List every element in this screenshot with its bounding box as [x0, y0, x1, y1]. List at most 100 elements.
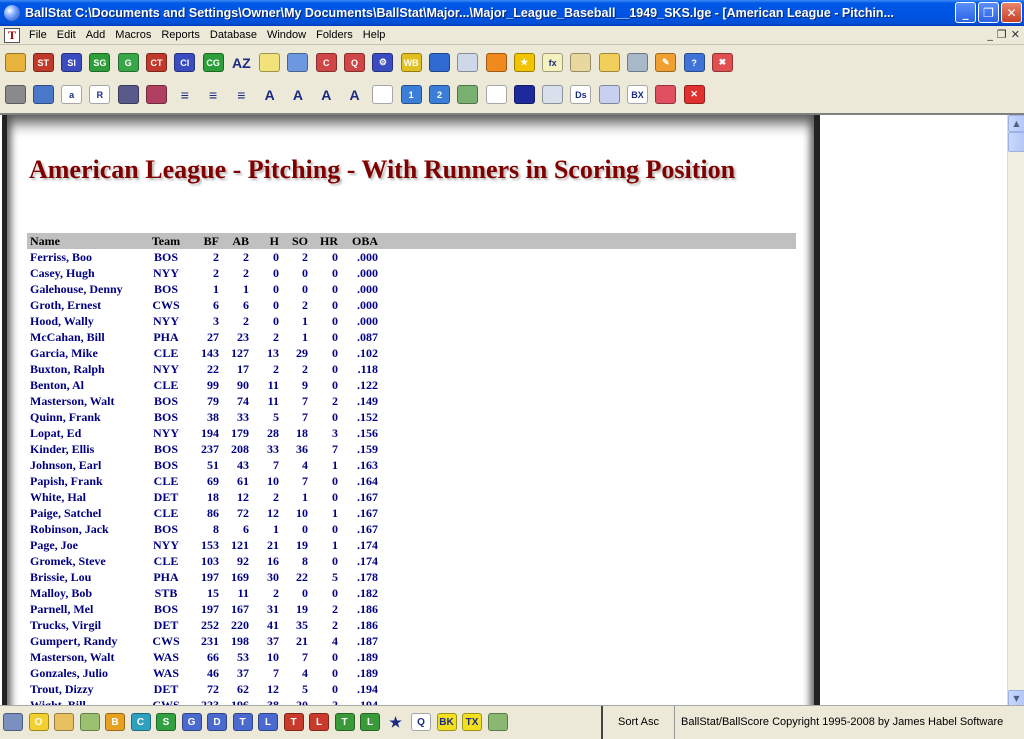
sort-az-button[interactable]: AZ: [229, 51, 253, 75]
l-green-button[interactable]: L: [359, 711, 381, 733]
font-bold-blue-button[interactable]: A: [314, 83, 338, 107]
r-text-button[interactable]: R: [88, 83, 112, 107]
table-row[interactable]: Buxton, Ralph NYY 22 17 2 2 0.118: [27, 361, 796, 377]
pencil-button[interactable]: ✎: [654, 51, 678, 75]
t-button[interactable]: T: [232, 711, 254, 733]
table-row[interactable]: Trout, Dizzy DET 72 62 12 5 0 .194: [27, 681, 796, 697]
table-row[interactable]: Brissie, Lou PHA 197 169 30 22 5 .178: [27, 569, 796, 585]
font-grow-button[interactable]: A: [258, 83, 282, 107]
ct-button[interactable]: CT: [144, 51, 168, 75]
col-header-ab[interactable]: AB: [219, 233, 249, 249]
two-column-button[interactable]: [597, 83, 621, 107]
document-arrow-button[interactable]: [456, 51, 480, 75]
align-left-button[interactable]: ≡: [173, 83, 197, 107]
bk-button[interactable]: BK: [436, 711, 458, 733]
edit-button[interactable]: [2, 711, 24, 733]
sg-button[interactable]: SG: [88, 51, 112, 75]
table-row[interactable]: Quinn, Frank BOS 38 33 5 7 0 .152: [27, 409, 796, 425]
ci-button[interactable]: CI: [173, 51, 197, 75]
col-header-hr[interactable]: HR: [308, 233, 338, 249]
l-red-button[interactable]: L: [308, 711, 330, 733]
table-row[interactable]: Kinder, Ellis BOS 237 208 33 36 7 .159: [27, 441, 796, 457]
star-button[interactable]: ★: [512, 51, 536, 75]
st-button[interactable]: ST: [31, 51, 55, 75]
col-header-h[interactable]: H: [249, 233, 279, 249]
minimize-button[interactable]: _: [955, 2, 976, 23]
menu-macros[interactable]: Macros: [110, 29, 156, 41]
o-button[interactable]: O: [28, 711, 50, 733]
q-button[interactable]: Q: [410, 711, 432, 733]
table-row[interactable]: Casey, Hugh NYY 2 2 0 0 0 .000: [27, 265, 796, 281]
close-button[interactable]: ✕: [1001, 2, 1022, 23]
printer-button[interactable]: [3, 83, 27, 107]
font-shrink-button[interactable]: A: [286, 83, 310, 107]
vertical-scrollbar[interactable]: ▲ ▼: [1007, 115, 1024, 707]
d-button[interactable]: D: [206, 711, 228, 733]
c-window-button[interactable]: C: [314, 51, 338, 75]
add-page-button[interactable]: [79, 711, 101, 733]
col-header-bf[interactable]: BF: [185, 233, 219, 249]
ruler-button[interactable]: [258, 51, 282, 75]
col-header-oba[interactable]: OBA: [338, 233, 378, 249]
menu-window[interactable]: Window: [262, 29, 311, 41]
menu-folders[interactable]: Folders: [311, 29, 358, 41]
mdi-close-button[interactable]: ✕: [1011, 28, 1020, 41]
table-row[interactable]: Johnson, Earl BOS 51 43 7 4 1 .163: [27, 457, 796, 473]
page-button[interactable]: [371, 83, 395, 107]
save-as-button[interactable]: [144, 83, 168, 107]
blank-page-button[interactable]: [484, 83, 508, 107]
table-row[interactable]: Masterson, Walt BOS 79 74 11 7 2 .149: [27, 393, 796, 409]
table-row[interactable]: Papish, Frank CLE 69 61 10 7 0 .164: [27, 473, 796, 489]
menu-add[interactable]: Add: [81, 29, 111, 41]
table-row[interactable]: Groth, Ernest CWS 6 6 0 2 0 .000: [27, 297, 796, 313]
align-right-button[interactable]: ≡: [229, 83, 253, 107]
star-red-button[interactable]: ★: [385, 711, 407, 733]
globe-small-button[interactable]: [31, 83, 55, 107]
bar-chart-button[interactable]: [541, 83, 565, 107]
c-button[interactable]: C: [130, 711, 152, 733]
delete-button[interactable]: ✖: [710, 51, 734, 75]
table-row[interactable]: McCahan, Bill PHA 27 23 2 1 0 .087: [27, 329, 796, 345]
table-row[interactable]: Page, Joe NYY 153 121 21 19 1 .174: [27, 537, 796, 553]
maximize-button[interactable]: ❐: [978, 2, 999, 23]
mdi-restore-button[interactable]: ❐: [997, 28, 1007, 41]
close-circle-button[interactable]: ✕: [682, 83, 706, 107]
a-text-button[interactable]: a: [60, 83, 84, 107]
table-row[interactable]: Garcia, Mike CLE 143 127 13 29 0 .102: [27, 345, 796, 361]
open-folder-button[interactable]: [3, 51, 27, 75]
document-icon[interactable]: T: [4, 27, 20, 43]
q-window-button[interactable]: Q: [343, 51, 367, 75]
col-header-name[interactable]: Name: [27, 233, 147, 249]
menu-reports[interactable]: Reports: [156, 29, 205, 41]
b-button[interactable]: B: [104, 711, 126, 733]
gear-button[interactable]: ⚙: [371, 51, 395, 75]
l-button[interactable]: L: [257, 711, 279, 733]
scroll-thumb[interactable]: [1008, 132, 1024, 152]
table-row[interactable]: Masterson, Walt WAS 66 53 10 7 0 .189: [27, 649, 796, 665]
t-red-button[interactable]: T: [283, 711, 305, 733]
picture-button[interactable]: [487, 711, 509, 733]
g-button[interactable]: G: [116, 51, 140, 75]
window-title-bar[interactable]: BallStat C:\Documents and Settings\Owner…: [0, 0, 1024, 26]
save-small-button[interactable]: [53, 711, 75, 733]
cg-button[interactable]: CG: [201, 51, 225, 75]
folder-yellow-button[interactable]: [597, 51, 621, 75]
menu-help[interactable]: Help: [358, 29, 391, 41]
align-center-button[interactable]: ≡: [201, 83, 225, 107]
table-row[interactable]: Galehouse, Denny BOS 1 1 0 0 0 .000: [27, 281, 796, 297]
si-button[interactable]: SI: [60, 51, 84, 75]
clipboard-button[interactable]: [569, 51, 593, 75]
speech-2-button[interactable]: 2: [427, 83, 451, 107]
table-row[interactable]: Malloy, Bob STB 15 11 2 0 0 .182: [27, 585, 796, 601]
table-row[interactable]: Gumpert, Randy CWS 231 198 37 21 4 .187: [27, 633, 796, 649]
table-row[interactable]: Hood, Wally NYY 3 2 0 1 0 .000: [27, 313, 796, 329]
save-button[interactable]: [116, 83, 140, 107]
s-button[interactable]: S: [155, 711, 177, 733]
function-button[interactable]: fx: [541, 51, 565, 75]
image-button[interactable]: [456, 83, 480, 107]
table-row[interactable]: Trucks, Virgil DET 252 220 41 35 2 .186: [27, 617, 796, 633]
t-green-button[interactable]: T: [334, 711, 356, 733]
table-row[interactable]: Ferriss, Boo BOS 2 2 0 2 0 .000: [27, 249, 796, 265]
folder-button[interactable]: [286, 51, 310, 75]
book-button[interactable]: [654, 83, 678, 107]
